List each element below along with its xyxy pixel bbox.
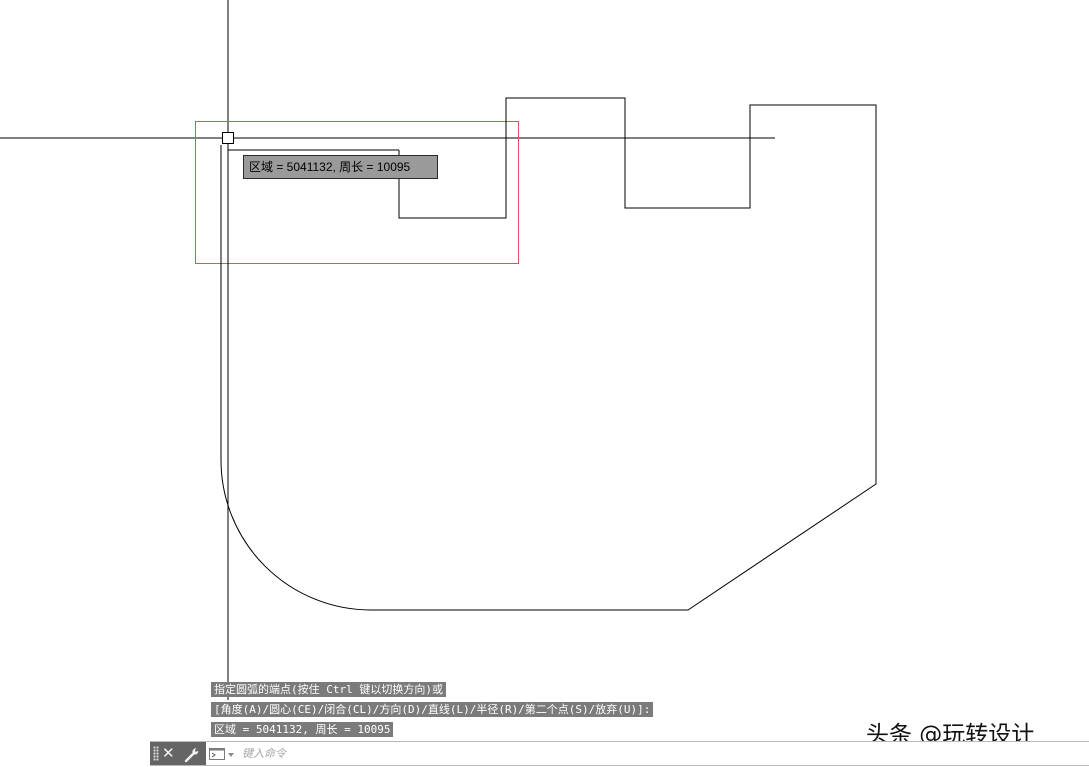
command-history-line-3: 区域 = 5041132, 周长 = 10095 (211, 722, 394, 737)
close-icon[interactable]: ✕ (162, 743, 175, 763)
polyline-preview-segment (227, 149, 399, 690)
command-history-line-2: [角度(A)/圆心(CE)/闭合(CL)/方向(D)/直线(L)/半径(R)/第… (211, 702, 654, 717)
drawing-viewport[interactable] (0, 0, 1089, 767)
wrench-icon[interactable] (182, 744, 202, 764)
command-line-grip[interactable]: ✕ (150, 742, 206, 765)
command-prompt-icon[interactable] (209, 748, 235, 761)
selection-window (195, 121, 519, 264)
cursor-pickbox (222, 132, 234, 144)
command-line-bar[interactable]: ✕ (150, 741, 1089, 766)
drag-handle-icon[interactable] (153, 746, 159, 761)
command-input[interactable] (242, 744, 842, 762)
drawing-canvas[interactable]: 区域 = 5041132, 周长 = 10095 指定圆弧的端点(按住 Ctrl… (0, 0, 1089, 767)
dynamic-input-tooltip: 区域 = 5041132, 周长 = 10095 (243, 155, 438, 179)
command-history-line-1: 指定圆弧的端点(按住 Ctrl 键以切换方向)或 (211, 682, 446, 697)
